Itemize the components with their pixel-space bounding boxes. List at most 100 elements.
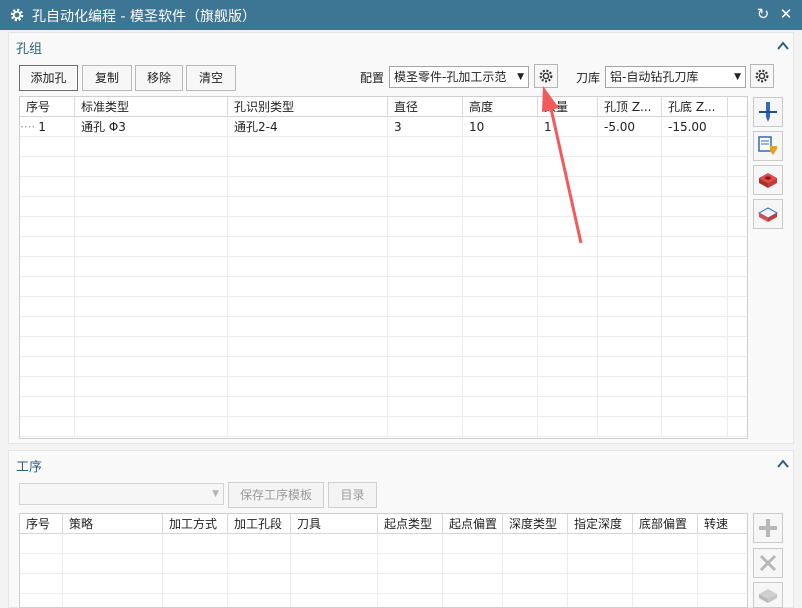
cell-standard-type: [75, 217, 228, 237]
cell-quantity: [538, 277, 598, 297]
table-cell: [378, 554, 443, 574]
delete-process-button[interactable]: [753, 548, 783, 578]
cell-recognition-type: [228, 297, 388, 317]
add-hole-button[interactable]: 添加孔: [19, 65, 78, 91]
table-row: [20, 397, 747, 417]
cell-filler: [728, 397, 747, 417]
cell-quantity: 1: [538, 117, 598, 137]
col-start-type[interactable]: 起点类型: [378, 514, 443, 534]
col-strategy[interactable]: 策略: [63, 514, 163, 534]
table-cell: [163, 594, 228, 607]
cell-height: [463, 337, 538, 357]
cell-height: [463, 237, 538, 257]
table-cell: [503, 554, 568, 574]
drill-tool-button[interactable]: [753, 97, 783, 127]
remove-button[interactable]: 移除: [135, 65, 183, 91]
config-select[interactable]: 模圣零件-孔加工示范 ▼: [389, 66, 529, 88]
col-bottom-offset[interactable]: 底部偏置: [633, 514, 698, 534]
cell-recognition-type: [228, 377, 388, 397]
cell-diameter: [388, 377, 463, 397]
cell-recognition-type: [228, 337, 388, 357]
tool-library-select[interactable]: 铝-自动钻孔刀库 ▼: [605, 66, 746, 88]
table-cell: [20, 574, 63, 594]
catalog-button[interactable]: 目录: [328, 482, 377, 508]
collapse-icon[interactable]: [776, 39, 790, 53]
cell-filler: [728, 157, 747, 177]
table-cell: [228, 574, 291, 594]
save-template-button[interactable]: 保存工序模板: [228, 482, 324, 508]
col-hole-segment[interactable]: 加工孔段: [228, 514, 291, 534]
col-machining-mode[interactable]: 加工方式: [163, 514, 228, 534]
table-row[interactable]: ···· 1 通孔 Φ3 通孔2-4 3 10 1 -5.00 -15.00: [20, 117, 747, 137]
cell-filler: [728, 417, 747, 437]
cell-height: [463, 197, 538, 217]
collapse-icon[interactable]: [776, 457, 790, 471]
process-template-select[interactable]: ▼: [19, 483, 224, 505]
tool-library-select-value: 铝-自动钻孔刀库: [610, 70, 699, 84]
cell-height: [463, 137, 538, 157]
cell-recognition-type: [228, 277, 388, 297]
col-spindle-speed[interactable]: 转速: [698, 514, 747, 534]
cell-index: [20, 157, 75, 177]
table-cell: [698, 574, 747, 594]
table-cell: [443, 534, 503, 554]
cell-quantity: [538, 337, 598, 357]
col-diameter[interactable]: 直径: [388, 97, 463, 117]
cell-index: [20, 317, 75, 337]
tool-library-settings-button[interactable]: [750, 64, 774, 88]
cell-bottom-z: [662, 317, 728, 337]
col-height[interactable]: 高度: [463, 97, 538, 117]
cell-height: [463, 277, 538, 297]
layer-process-button[interactable]: [753, 582, 783, 608]
pocket-face-button[interactable]: [753, 165, 783, 195]
col-index[interactable]: 序号: [20, 514, 63, 534]
table-cell: [63, 554, 163, 574]
cell-index: [20, 137, 75, 157]
table-cell: [698, 594, 747, 607]
cell-diameter: [388, 217, 463, 237]
cell-recognition-type: [228, 317, 388, 337]
cell-bottom-z: [662, 397, 728, 417]
table-cell: [291, 554, 378, 574]
col-recognition-type[interactable]: 孔识别类型: [228, 97, 388, 117]
cell-top-z: [598, 357, 662, 377]
table-cell: [291, 594, 378, 607]
cell-standard-type: [75, 337, 228, 357]
col-index[interactable]: 序号: [20, 97, 75, 117]
process-grid-header: 序号 策略 加工方式 加工孔段 刀具 起点类型 起点偏置 深度类型 指定深度 底…: [20, 514, 747, 534]
cell-quantity: [538, 157, 598, 177]
cell-top-z: [598, 157, 662, 177]
tool-library-button[interactable]: [753, 131, 783, 161]
cell-filler: [728, 177, 747, 197]
col-start-offset[interactable]: 起点偏置: [443, 514, 503, 534]
cell-top-z: [598, 377, 662, 397]
col-top-z[interactable]: 孔顶 Z...: [598, 97, 662, 117]
col-standard-type[interactable]: 标准类型: [75, 97, 228, 117]
cell-standard-type: [75, 197, 228, 217]
col-quantity[interactable]: 数量: [538, 97, 598, 117]
tree-line-icon: ····: [20, 120, 36, 134]
cell-bottom-z: [662, 177, 728, 197]
cell-standard-type: [75, 177, 228, 197]
add-process-button[interactable]: [753, 513, 783, 543]
cell-height: 10: [463, 117, 538, 137]
table-row: [20, 137, 747, 157]
clear-button[interactable]: 清空: [186, 65, 236, 91]
hole-group-title: 孔组: [16, 42, 43, 57]
col-specified-depth[interactable]: 指定深度: [568, 514, 633, 534]
config-settings-button[interactable]: [534, 64, 558, 88]
table-row: [20, 574, 747, 594]
wire-face-button[interactable]: [753, 199, 783, 229]
copy-button[interactable]: 复制: [82, 65, 132, 91]
table-cell: [568, 574, 633, 594]
process-title: 工序: [16, 460, 43, 475]
cell-index: [20, 297, 75, 317]
cell-bottom-z: [662, 337, 728, 357]
close-icon[interactable]: ✕: [777, 5, 795, 23]
table-cell: [20, 594, 63, 607]
cell-recognition-type: [228, 197, 388, 217]
reset-icon[interactable]: ↻: [754, 5, 772, 23]
col-bottom-z[interactable]: 孔底 Z...: [662, 97, 728, 117]
col-tool[interactable]: 刀具: [291, 514, 378, 534]
col-depth-type[interactable]: 深度类型: [503, 514, 568, 534]
